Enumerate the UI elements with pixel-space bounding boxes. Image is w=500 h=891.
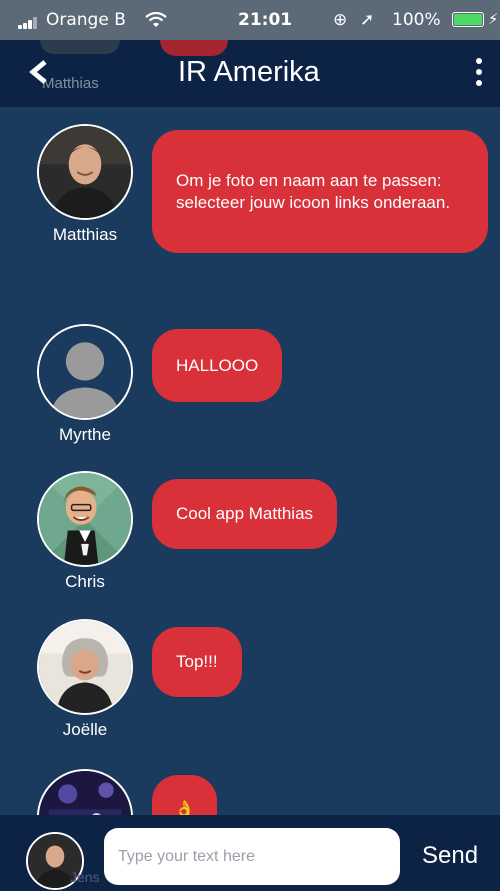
charging-icon: ⚡ bbox=[488, 10, 499, 28]
sender-name: Chris bbox=[65, 572, 105, 591]
wifi-icon bbox=[145, 12, 167, 27]
avatar[interactable] bbox=[37, 471, 133, 567]
cartoon-avatar-icon bbox=[39, 473, 131, 565]
clock: 21:01 bbox=[238, 10, 293, 30]
back-chevron-icon[interactable] bbox=[28, 60, 50, 84]
chat-title: IR Amerika bbox=[178, 56, 320, 88]
status-bar: Orange B 21:01 ⊕ ➚ 100% ⚡ bbox=[0, 0, 500, 40]
sender-name: Matthias bbox=[52, 225, 118, 244]
location-icon: ➚ bbox=[360, 10, 375, 30]
scrolled-avatar bbox=[40, 40, 120, 54]
my-name: Jens bbox=[70, 869, 100, 885]
battery-icon bbox=[452, 12, 484, 27]
user-photo-icon bbox=[39, 621, 131, 713]
carrier-name: Orange B bbox=[46, 10, 126, 30]
chat-header: Matthias IR Amerika bbox=[0, 40, 500, 107]
scrolled-bubble bbox=[160, 40, 228, 56]
signal-icon bbox=[18, 17, 40, 29]
message-input[interactable] bbox=[104, 828, 400, 885]
avatar[interactable] bbox=[37, 619, 133, 715]
user-photo-icon bbox=[39, 771, 131, 815]
message-bubble[interactable]: Top!!! bbox=[152, 627, 242, 697]
avatar[interactable] bbox=[37, 324, 133, 420]
battery-percentage: 100% bbox=[392, 10, 441, 30]
message-bubble[interactable]: HALLOOO bbox=[152, 329, 283, 402]
avatar[interactable] bbox=[37, 769, 133, 815]
avatar[interactable] bbox=[37, 124, 133, 220]
user-photo-icon bbox=[39, 126, 131, 218]
rotation-lock-icon: ⊕ bbox=[333, 10, 348, 30]
message-bubble[interactable]: Cool app Matthias bbox=[152, 479, 338, 549]
message-bubble[interactable]: 👌 bbox=[152, 775, 218, 815]
message-list[interactable]: Matthias Om je foto en naam aan te passe… bbox=[0, 107, 500, 815]
sender-name: Myrthe bbox=[59, 425, 111, 444]
composer-bar: Jens Send bbox=[0, 815, 500, 891]
default-person-icon bbox=[39, 326, 131, 418]
sender-name: Joëlle bbox=[62, 720, 108, 739]
scrolled-name: Matthias bbox=[42, 75, 99, 92]
send-button[interactable]: Send bbox=[422, 842, 478, 870]
message-bubble[interactable]: Om je foto en naam aan te passen: select… bbox=[152, 130, 488, 253]
more-options-icon[interactable] bbox=[474, 58, 484, 88]
